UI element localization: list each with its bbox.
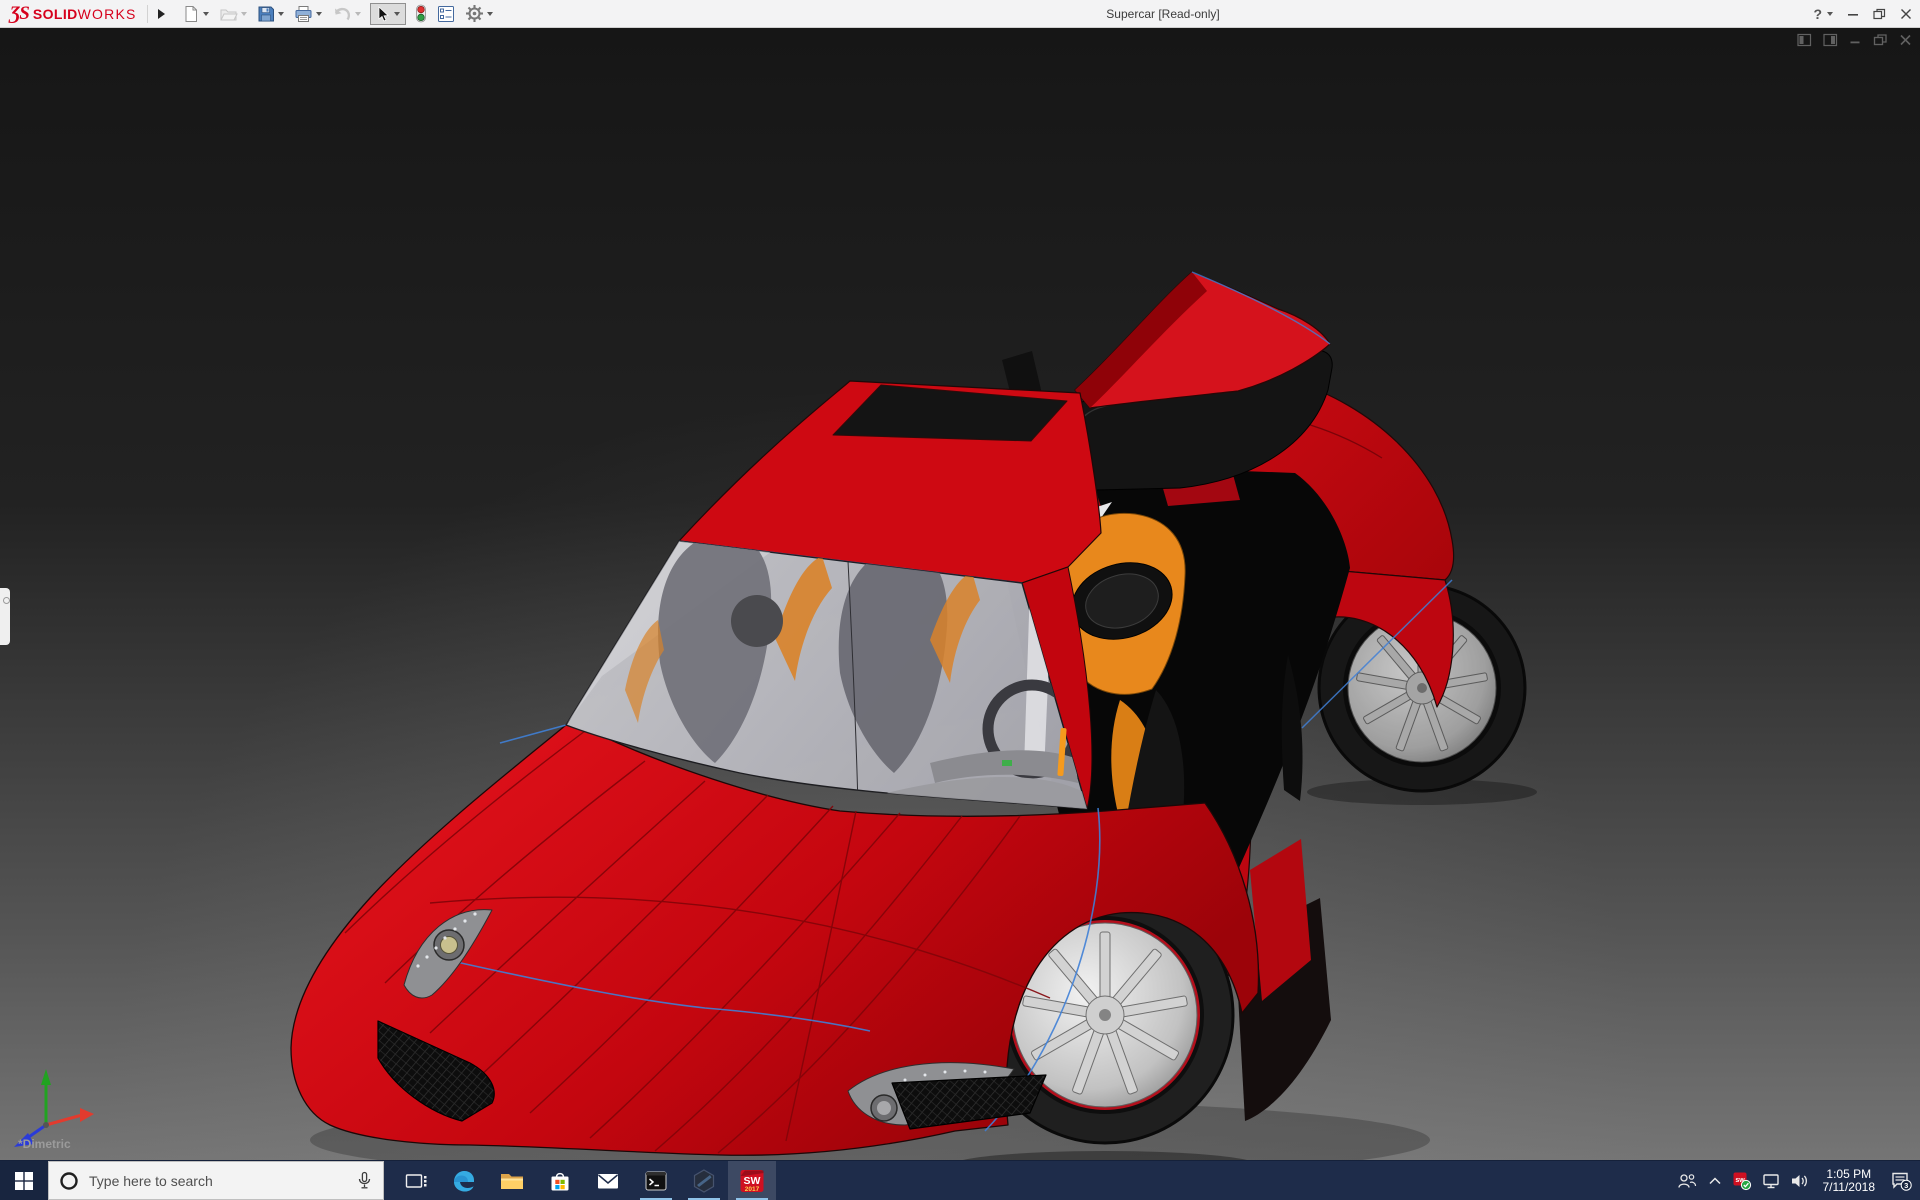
print-icon	[294, 5, 313, 23]
panel-tab-dot-icon	[3, 597, 10, 604]
hexagon-app-button[interactable]	[680, 1161, 728, 1200]
help-dropdown-caret[interactable]	[1827, 12, 1833, 16]
save-button[interactable]	[254, 3, 287, 25]
document-title: Supercar [Read-only]	[1106, 7, 1219, 21]
minimize-button[interactable]	[1847, 8, 1859, 20]
new-dropdown-caret[interactable]	[203, 12, 209, 16]
collapsed-panel-tab[interactable]	[0, 588, 10, 645]
clock-date: 7/11/2018	[1823, 1181, 1876, 1194]
solidworks-app-icon: SW 2017	[738, 1167, 766, 1195]
properties-list-icon	[437, 5, 455, 23]
quick-access-toolbar	[179, 2, 496, 25]
taskbar-apps: SW 2017	[392, 1161, 776, 1200]
taskbar-clock[interactable]: 1:05 PM 7/11/2018	[1823, 1168, 1876, 1194]
open-dropdown-caret[interactable]	[241, 12, 247, 16]
solidworks-app-button[interactable]: SW 2017	[728, 1161, 776, 1200]
options-dropdown-caret[interactable]	[487, 12, 493, 16]
document-window-controls	[1797, 33, 1912, 47]
help-button[interactable]: ?	[1813, 6, 1833, 22]
view-orientation-label: *Dimetric	[18, 1137, 71, 1151]
notification-badge: 3	[1904, 1181, 1908, 1190]
command-prompt-icon	[643, 1168, 669, 1194]
solidworks-screen: ƷS SOLID WORKS	[0, 0, 1920, 1200]
mail-button[interactable]	[584, 1161, 632, 1200]
people-icon[interactable]	[1676, 1172, 1698, 1190]
windows-taskbar: SW 2017 sw	[0, 1160, 1920, 1200]
doc-close-button[interactable]	[1899, 33, 1912, 47]
select-tool-button[interactable]	[370, 3, 406, 25]
new-document-icon	[182, 5, 200, 23]
chevron-up-icon[interactable]	[1707, 1173, 1723, 1189]
file-properties-button[interactable]	[434, 3, 458, 25]
save-floppy-icon	[257, 5, 275, 23]
title-bar: ƷS SOLID WORKS	[0, 0, 1920, 28]
clock-time: 1:05 PM	[1823, 1168, 1876, 1181]
print-dropdown-caret[interactable]	[316, 12, 322, 16]
undo-button[interactable]	[329, 3, 364, 25]
expand-menu-arrow-icon[interactable]	[158, 9, 165, 19]
restore-button[interactable]	[1873, 8, 1886, 20]
edge-button[interactable]	[440, 1161, 488, 1200]
command-prompt-button[interactable]	[632, 1161, 680, 1200]
doc-restore-button[interactable]	[1873, 33, 1888, 47]
store-button[interactable]	[536, 1161, 584, 1200]
x-axis-icon	[80, 1108, 94, 1122]
brand-works: WORKS	[78, 6, 137, 22]
solidworks-logo: ƷS SOLID WORKS	[10, 3, 137, 25]
open-folder-icon	[219, 5, 238, 23]
mail-icon	[595, 1168, 621, 1194]
new-document-button[interactable]	[179, 3, 212, 25]
file-explorer-icon	[499, 1168, 525, 1194]
rebuild-button[interactable]	[412, 2, 430, 25]
select-dropdown-caret[interactable]	[394, 12, 400, 16]
solidworks-logo-icon: ƷS	[10, 3, 29, 25]
select-cursor-icon	[376, 6, 390, 22]
options-button[interactable]	[462, 2, 496, 25]
system-tray: sw 1:05 PM 7/11/2018	[1676, 1161, 1920, 1200]
window-controls: ?	[1813, 0, 1912, 27]
search-input[interactable]	[87, 1172, 348, 1190]
undo-dropdown-caret[interactable]	[355, 12, 361, 16]
gear-icon	[465, 4, 484, 23]
microphone-icon[interactable]	[356, 1171, 373, 1190]
task-view-button[interactable]	[392, 1161, 440, 1200]
open-document-button[interactable]	[216, 3, 250, 25]
toolbar-separator	[147, 5, 148, 23]
taskbar-search[interactable]	[48, 1161, 384, 1200]
windows-logo-icon	[15, 1172, 33, 1190]
save-dropdown-caret[interactable]	[278, 12, 284, 16]
y-axis-icon	[41, 1069, 51, 1085]
show-pane-left-icon[interactable]	[1797, 33, 1812, 47]
task-view-icon	[404, 1169, 428, 1193]
car-3d-model[interactable]	[0, 27, 1920, 1160]
solidworks-tray-icon[interactable]: sw	[1732, 1171, 1752, 1191]
file-explorer-button[interactable]	[488, 1161, 536, 1200]
hexagon-app-icon	[691, 1168, 717, 1194]
edge-icon	[451, 1168, 477, 1194]
store-icon	[547, 1168, 573, 1194]
action-center-icon: 3	[1890, 1170, 1912, 1192]
traffic-light-icon	[415, 4, 427, 23]
undo-icon	[332, 5, 352, 23]
cortana-icon	[59, 1171, 79, 1191]
graphics-viewport[interactable]: *Dimetric	[0, 27, 1920, 1160]
start-button[interactable]	[0, 1161, 48, 1200]
print-button[interactable]	[291, 3, 325, 25]
show-pane-right-icon[interactable]	[1823, 33, 1838, 47]
close-button[interactable]	[1900, 8, 1912, 20]
doc-minimize-button[interactable]	[1849, 33, 1862, 47]
brand-solid: SOLID	[33, 6, 78, 22]
network-icon[interactable]	[1761, 1172, 1781, 1190]
volume-icon[interactable]	[1790, 1172, 1810, 1190]
svg-text:2017: 2017	[745, 1186, 760, 1193]
action-center-button[interactable]: 3	[1888, 1168, 1914, 1194]
